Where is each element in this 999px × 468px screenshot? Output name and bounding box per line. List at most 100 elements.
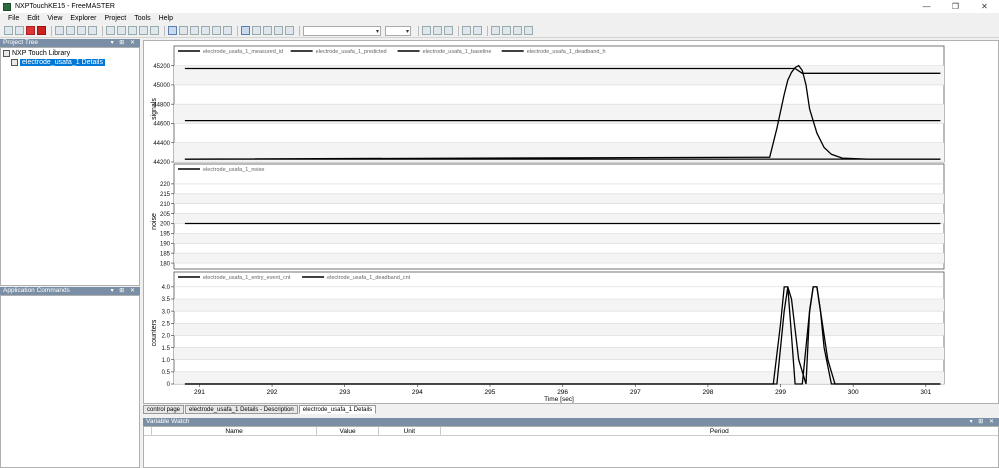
- column-name[interactable]: Name: [152, 427, 318, 435]
- x-axis-label: Time [sec]: [544, 396, 574, 403]
- tree-item-root[interactable]: NXP Touch Library: [3, 49, 137, 58]
- window-title: NXPTouchKE15 - FreeMASTER: [15, 3, 115, 10]
- font-size-select[interactable]: ▾: [385, 25, 411, 36]
- close-icon[interactable]: ✕: [970, 0, 999, 13]
- y-tick-label: 44600: [153, 122, 170, 128]
- bookmark-icon[interactable]: [212, 26, 221, 35]
- y-tick-label: 190: [160, 241, 171, 247]
- column-period[interactable]: Period: [441, 427, 998, 435]
- back-icon[interactable]: [106, 26, 115, 35]
- forward-icon[interactable]: [117, 26, 126, 35]
- toolbar: ▾ ▾: [0, 24, 999, 38]
- y-tick-label: 0: [167, 382, 171, 388]
- menu-file[interactable]: File: [8, 15, 19, 22]
- chevron-down-icon: ▾: [405, 28, 409, 35]
- menu-project[interactable]: Project: [104, 15, 126, 22]
- grid-band: [174, 371, 944, 384]
- menu-view[interactable]: View: [47, 15, 62, 22]
- legend-label: electrode_usafa_1_baseline: [423, 49, 492, 55]
- window-controls: — ❐ ✕: [912, 0, 999, 13]
- tab-control-page[interactable]: control page: [143, 405, 185, 414]
- up-arrow-icon[interactable]: [252, 26, 261, 35]
- scope-icon[interactable]: [168, 26, 177, 35]
- grid-band: [174, 233, 944, 244]
- y-tick-label: 0.5: [162, 370, 171, 376]
- cut-icon[interactable]: [55, 26, 64, 35]
- align-left-icon[interactable]: [491, 26, 500, 35]
- x-tick-label: 291: [194, 389, 205, 396]
- grid-band: [174, 253, 944, 264]
- record-icon[interactable]: [26, 26, 35, 35]
- toolbar-separator: [418, 25, 419, 36]
- variable-watch: Name Value Unit Period: [143, 426, 999, 468]
- variable-watch-title: Variable Watch: [146, 418, 190, 425]
- table-icon[interactable]: [241, 26, 250, 35]
- x-tick-label: 292: [267, 389, 278, 396]
- fit-icon[interactable]: [190, 26, 199, 35]
- lock-icon[interactable]: [223, 26, 232, 35]
- map-file-icon[interactable]: [139, 26, 148, 35]
- y-axis-label: counters: [151, 319, 158, 346]
- menu-explorer[interactable]: Explorer: [70, 15, 96, 22]
- panel-controls-icon[interactable]: ▾ ⊞ ✕: [111, 39, 137, 47]
- elf-icon[interactable]: [150, 26, 159, 35]
- tree-item-details[interactable]: electrode_usafa_1 Details: [3, 58, 137, 67]
- menu-tools[interactable]: Tools: [134, 15, 150, 22]
- scope-page-icon: [11, 59, 18, 66]
- toolbar-separator: [164, 25, 165, 36]
- color-icon[interactable]: [462, 26, 471, 35]
- y-tick-label: 2.0: [162, 334, 171, 340]
- paste-icon[interactable]: [77, 26, 86, 35]
- y-tick-label: 185: [160, 251, 171, 257]
- scope-chart[interactable]: 452004500044800446004440044200signalsele…: [144, 41, 998, 403]
- minimize-icon[interactable]: —: [912, 0, 941, 13]
- stop-icon[interactable]: [37, 26, 46, 35]
- menu-edit[interactable]: Edit: [27, 15, 39, 22]
- properties-icon[interactable]: [128, 26, 137, 35]
- restore-icon[interactable]: ❐: [941, 0, 970, 13]
- zoom-icon[interactable]: [179, 26, 188, 35]
- print-icon[interactable]: [88, 26, 97, 35]
- y-tick-label: 215: [160, 192, 171, 198]
- legend-label: electrode_usafa_1_measured_id: [203, 49, 283, 55]
- menu-help[interactable]: Help: [159, 15, 173, 22]
- column-unit[interactable]: Unit: [379, 427, 441, 435]
- panel-controls-icon[interactable]: ▾ ⊞ ✕: [111, 287, 137, 295]
- font-family-select[interactable]: ▾: [303, 25, 381, 36]
- y-tick-label: 220: [160, 182, 171, 188]
- align-right-icon[interactable]: [513, 26, 522, 35]
- highlight-icon[interactable]: [473, 26, 482, 35]
- x-tick-label: 300: [848, 389, 859, 396]
- save-icon[interactable]: [15, 26, 24, 35]
- copy-icon[interactable]: [66, 26, 75, 35]
- y-tick-label: 4.0: [162, 285, 171, 291]
- underline-icon[interactable]: [444, 26, 453, 35]
- cursor-icon[interactable]: [201, 26, 210, 35]
- panel-controls-icon[interactable]: ▾ ⊞ ✕: [970, 418, 996, 426]
- bold-icon[interactable]: [422, 26, 431, 35]
- italic-icon[interactable]: [433, 26, 442, 35]
- y-tick-label: 44200: [153, 160, 170, 166]
- x-tick-label: 299: [775, 389, 786, 396]
- settings-icon[interactable]: [274, 26, 283, 35]
- tab-details[interactable]: electrode_usafa_1 Details: [298, 405, 377, 414]
- grid-band: [174, 299, 944, 312]
- down-arrow-icon[interactable]: [263, 26, 272, 35]
- y-tick-label: 200: [160, 222, 171, 228]
- align-center-icon[interactable]: [502, 26, 511, 35]
- tab-description[interactable]: electrode_usafa_1 Details - Description: [185, 405, 298, 414]
- grid-band: [174, 193, 944, 204]
- app-icon: [3, 2, 11, 11]
- help-icon[interactable]: [285, 26, 294, 35]
- project-icon: [3, 50, 10, 57]
- legend-label: electrode_usafa_1_noise: [203, 167, 264, 173]
- legend-label: electrode_usafa_1_deadband_h: [527, 49, 606, 55]
- column-value[interactable]: Value: [317, 427, 379, 435]
- justify-icon[interactable]: [524, 26, 533, 35]
- y-tick-label: 205: [160, 212, 171, 218]
- x-tick-label: 298: [702, 389, 713, 396]
- legend-label: electrode_usafa_1_deadband_cnt: [327, 275, 411, 281]
- x-tick-label: 297: [630, 389, 641, 396]
- open-icon[interactable]: [4, 26, 13, 35]
- watch-row-marker: [144, 427, 152, 435]
